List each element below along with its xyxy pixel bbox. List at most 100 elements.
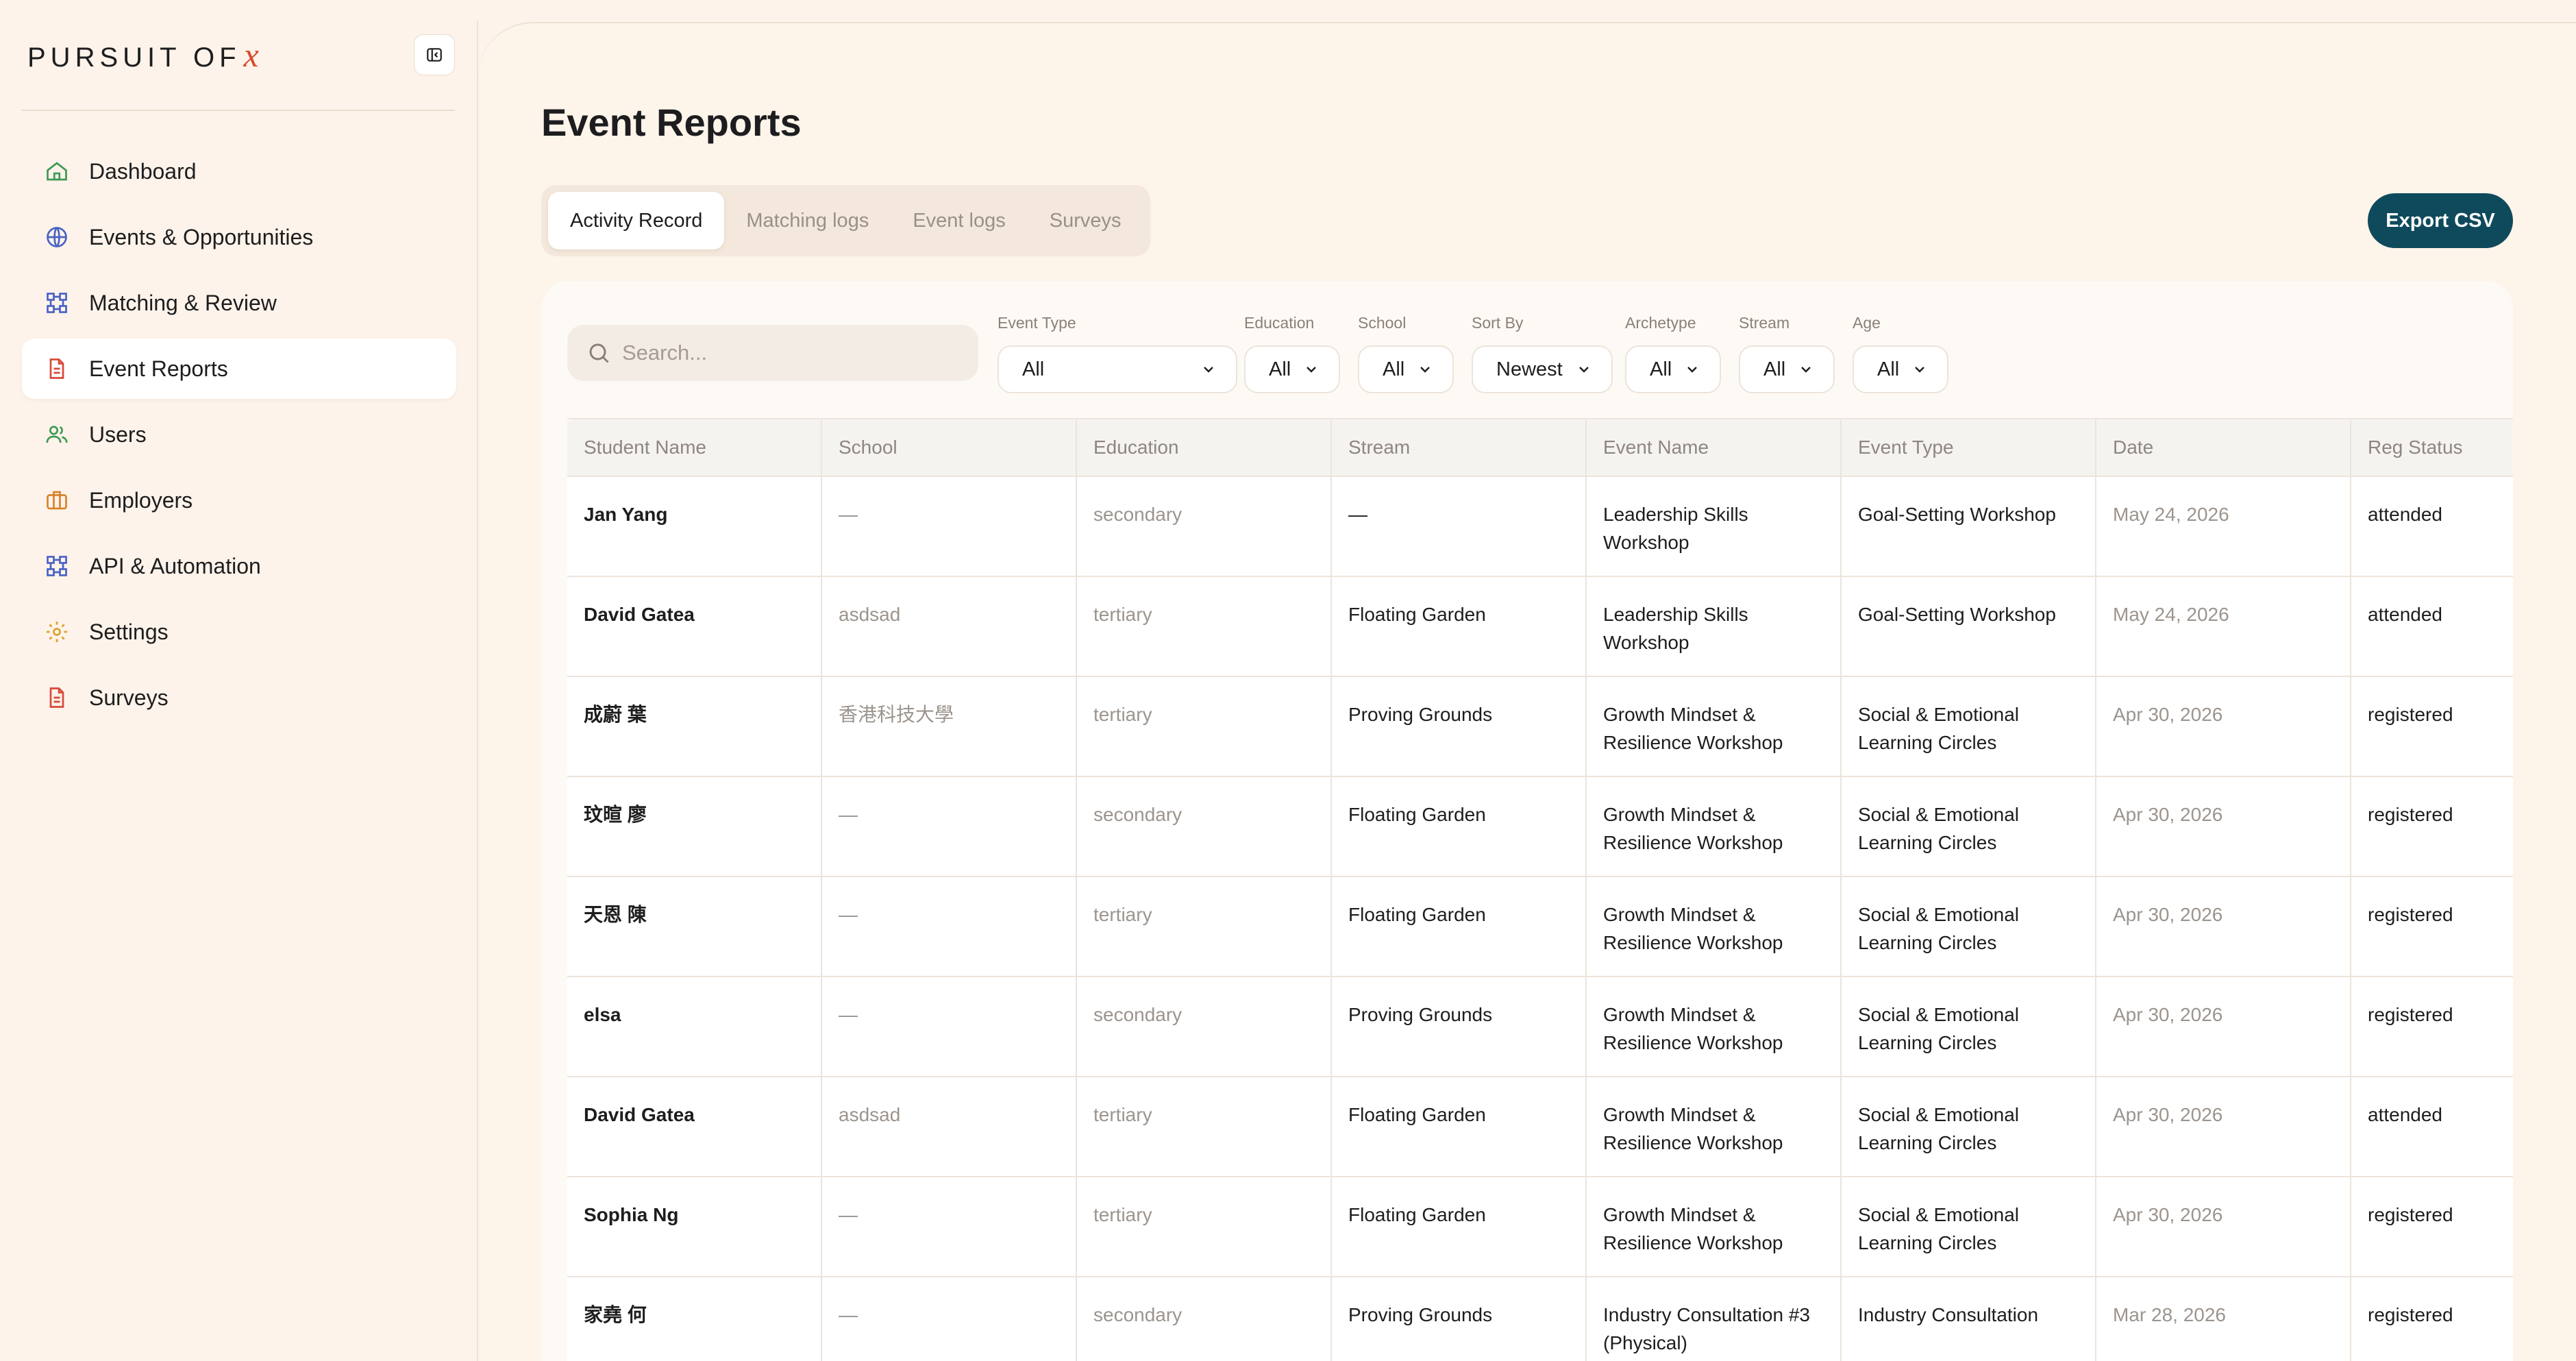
sidebar-item-dashboard[interactable]: Dashboard [22, 141, 456, 201]
sidebar-item-events-opportunities[interactable]: Events & Opportunities [22, 207, 456, 267]
column-header-reg-status: Reg Status [2368, 437, 2463, 458]
sidebar-item-label: Employers [89, 487, 193, 513]
table-row[interactable]: Sophia Ng — tertiary Floating Garden Growth … [567, 1177, 2513, 1277]
page-title: Event Reports [541, 101, 802, 144]
education-cell: secondary [1077, 777, 1332, 876]
filter-sort-by: Sort By Newest [1472, 314, 1613, 393]
event-name-cell: Growth Mindset & Resilience Workshop [1587, 1177, 1842, 1276]
column-header-event-type: Event Type [1842, 419, 2096, 476]
stream-select[interactable]: All [1739, 345, 1835, 393]
age-select[interactable]: All [1853, 345, 1948, 393]
event-type-cell: Social & Emotional Learning Circles [1842, 1077, 2096, 1176]
globe-icon [42, 223, 71, 252]
main-panel: Event Reports Activity Record Matching lo… [478, 22, 2576, 1361]
select-value: All [1022, 358, 1045, 380]
export-csv-button[interactable]: Export CSV [2368, 193, 2513, 248]
education-cell: tertiary [1077, 577, 1332, 676]
event-type-cell: Social & Emotional Learning Circles [1842, 777, 2096, 876]
sidebar-item-label: Events & Opportunities [89, 224, 314, 249]
education-select[interactable]: All [1244, 345, 1340, 393]
search-box[interactable] [567, 325, 978, 381]
event-type-cell: Goal-Setting Workshop [1842, 577, 2096, 676]
divider [22, 110, 455, 111]
stream-cell: Proving Grounds [1332, 1277, 1587, 1361]
sidebar-item-employers[interactable]: Employers [22, 470, 456, 530]
student-name-cell: David Gatea [567, 577, 822, 676]
table-row[interactable]: elsa — secondary Proving Grounds Growth Mind… [567, 977, 2513, 1077]
sidebar-item-label: Users [89, 421, 147, 447]
reg-status-cell: registered [2368, 904, 2453, 925]
table-row[interactable]: 家堯 何 — secondary Proving Grounds Industry Co… [567, 1277, 2513, 1361]
school-select[interactable]: All [1358, 345, 1454, 393]
event-type-cell: Social & Emotional Learning Circles [1842, 877, 2096, 976]
chevron-down-icon [1579, 367, 1589, 373]
filter-label: Event Type [998, 314, 1076, 332]
education-cell: tertiary [1077, 877, 1332, 976]
student-name-cell: elsa [567, 977, 822, 1076]
brand-mark: x [243, 36, 259, 74]
event-name-cell: Leadership Skills Workshop [1587, 577, 1842, 676]
archetype-select[interactable]: All [1625, 345, 1721, 393]
brand-logo[interactable]: PURSUIT OFx [27, 35, 259, 75]
column-header-education: Education [1077, 419, 1332, 476]
filter-age: Age All [1853, 314, 1948, 393]
event-type-cell: Social & Emotional Learning Circles [1842, 677, 2096, 776]
sidebar-item-matching-review[interactable]: Matching & Review [22, 273, 456, 333]
student-name-cell: Jan Yang [567, 477, 822, 576]
education-cell: tertiary [1077, 677, 1332, 776]
search-icon [589, 343, 609, 363]
chevron-down-icon [1306, 367, 1316, 373]
event-type-cell: Social & Emotional Learning Circles [1842, 1177, 2096, 1276]
filter-label: Sort By [1472, 314, 1524, 332]
search-input[interactable] [622, 341, 951, 365]
education-cell: secondary [1077, 977, 1332, 1076]
select-value: Newest [1496, 358, 1563, 380]
event-name-cell: Growth Mindset & Resilience Workshop [1587, 777, 1842, 876]
tab-activity-record[interactable]: Activity Record [548, 192, 725, 249]
date-cell: Apr 30, 2026 [2096, 777, 2351, 876]
student-name-cell: 家堯 何 [567, 1277, 822, 1361]
select-value: All [1763, 358, 1786, 380]
collapse-sidebar-button[interactable] [414, 34, 455, 75]
report-tabs: Activity Record Matching logs Event logs Su… [541, 185, 1150, 256]
table-row[interactable]: 成蔚 葉香港科技大學 tertiary Proving Grounds Growth … [567, 677, 2513, 777]
table-row[interactable]: 玟暄 廖 — secondary Floating Garden Growth Mind… [567, 777, 2513, 877]
student-name-cell: 天恩 陳 [567, 877, 822, 976]
table-row[interactable]: David Gatea asdsad tertiary Floating Garden… [567, 1077, 2513, 1177]
filter-school: School All [1358, 314, 1454, 393]
select-value: All [1269, 358, 1291, 380]
stream-cell: Floating Garden [1332, 1077, 1587, 1176]
table-row[interactable]: Jan Yang — secondary — Leadership Skills Wor… [567, 477, 2513, 577]
filter-event-type: Event Type All [998, 314, 1237, 393]
sidebar-item-users[interactable]: Users [22, 404, 456, 465]
school-cell: — [822, 1177, 1077, 1276]
table-row[interactable]: 天恩 陳 — tertiary Floating Garden Growth Minds… [567, 877, 2513, 977]
reg-status-cell: registered [2368, 1204, 2453, 1225]
date-cell: Apr 30, 2026 [2096, 877, 2351, 976]
tab-surveys[interactable]: Surveys [1028, 192, 1143, 249]
event-name-cell: Growth Mindset & Resilience Workshop [1587, 1077, 1842, 1176]
sort-by-select[interactable]: Newest [1472, 345, 1613, 393]
column-header-event-name: Event Name [1587, 419, 1842, 476]
sidebar-item-surveys[interactable]: Surveys [22, 667, 456, 728]
users-icon [42, 420, 71, 449]
filter-label: Stream [1739, 314, 1790, 332]
tab-event-logs[interactable]: Event logs [891, 192, 1027, 249]
column-header-student-name: Student Name [567, 419, 822, 476]
sidebar-item-settings[interactable]: Settings [22, 602, 456, 662]
filter-label: Education [1244, 314, 1315, 332]
sidebar-item-api-automation[interactable]: API & Automation [22, 536, 456, 596]
table-row[interactable]: David Gatea asdsad tertiary Floating Garden… [567, 577, 2513, 677]
select-value: All [1650, 358, 1672, 380]
sidebar-item-label: Event Reports [89, 356, 228, 381]
tab-matching-logs[interactable]: Matching logs [724, 192, 891, 249]
sidebar-item-event-reports[interactable]: Event Reports [22, 339, 456, 399]
filter-education: Education All [1244, 314, 1340, 393]
event-type-select[interactable]: All [998, 345, 1237, 393]
reg-status-cell: registered [2368, 1304, 2453, 1325]
student-name-cell: Sophia Ng [567, 1177, 822, 1276]
select-value: All [1877, 358, 1900, 380]
date-cell: Apr 30, 2026 [2096, 1177, 2351, 1276]
student-name-cell: David Gatea [567, 1077, 822, 1176]
filter-label: School [1358, 314, 1407, 332]
